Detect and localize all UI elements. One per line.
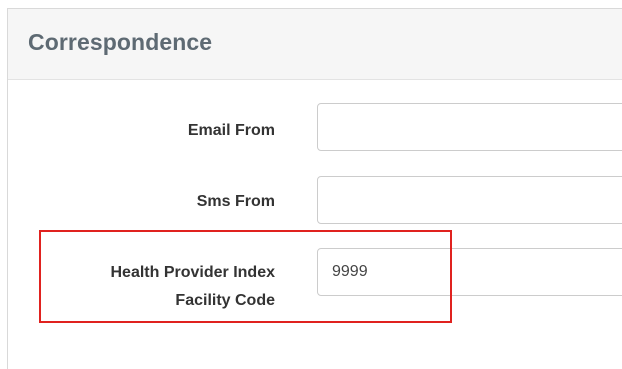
panel-title: Correspondence <box>28 29 213 55</box>
sms-from-input[interactable] <box>317 176 622 224</box>
sms-from-label: Sms From <box>196 193 275 210</box>
panel-header: Correspondence <box>8 9 622 80</box>
health-provider-index-label-line1: Health Provider Index <box>110 264 276 281</box>
health-provider-index-label-line2: Facility Code <box>175 292 275 309</box>
email-from-input[interactable] <box>317 103 622 151</box>
health-provider-index-label: Health Provider Index Facility Code <box>50 261 276 312</box>
health-provider-index-input[interactable] <box>317 248 622 296</box>
email-from-label: Email From <box>187 122 275 139</box>
